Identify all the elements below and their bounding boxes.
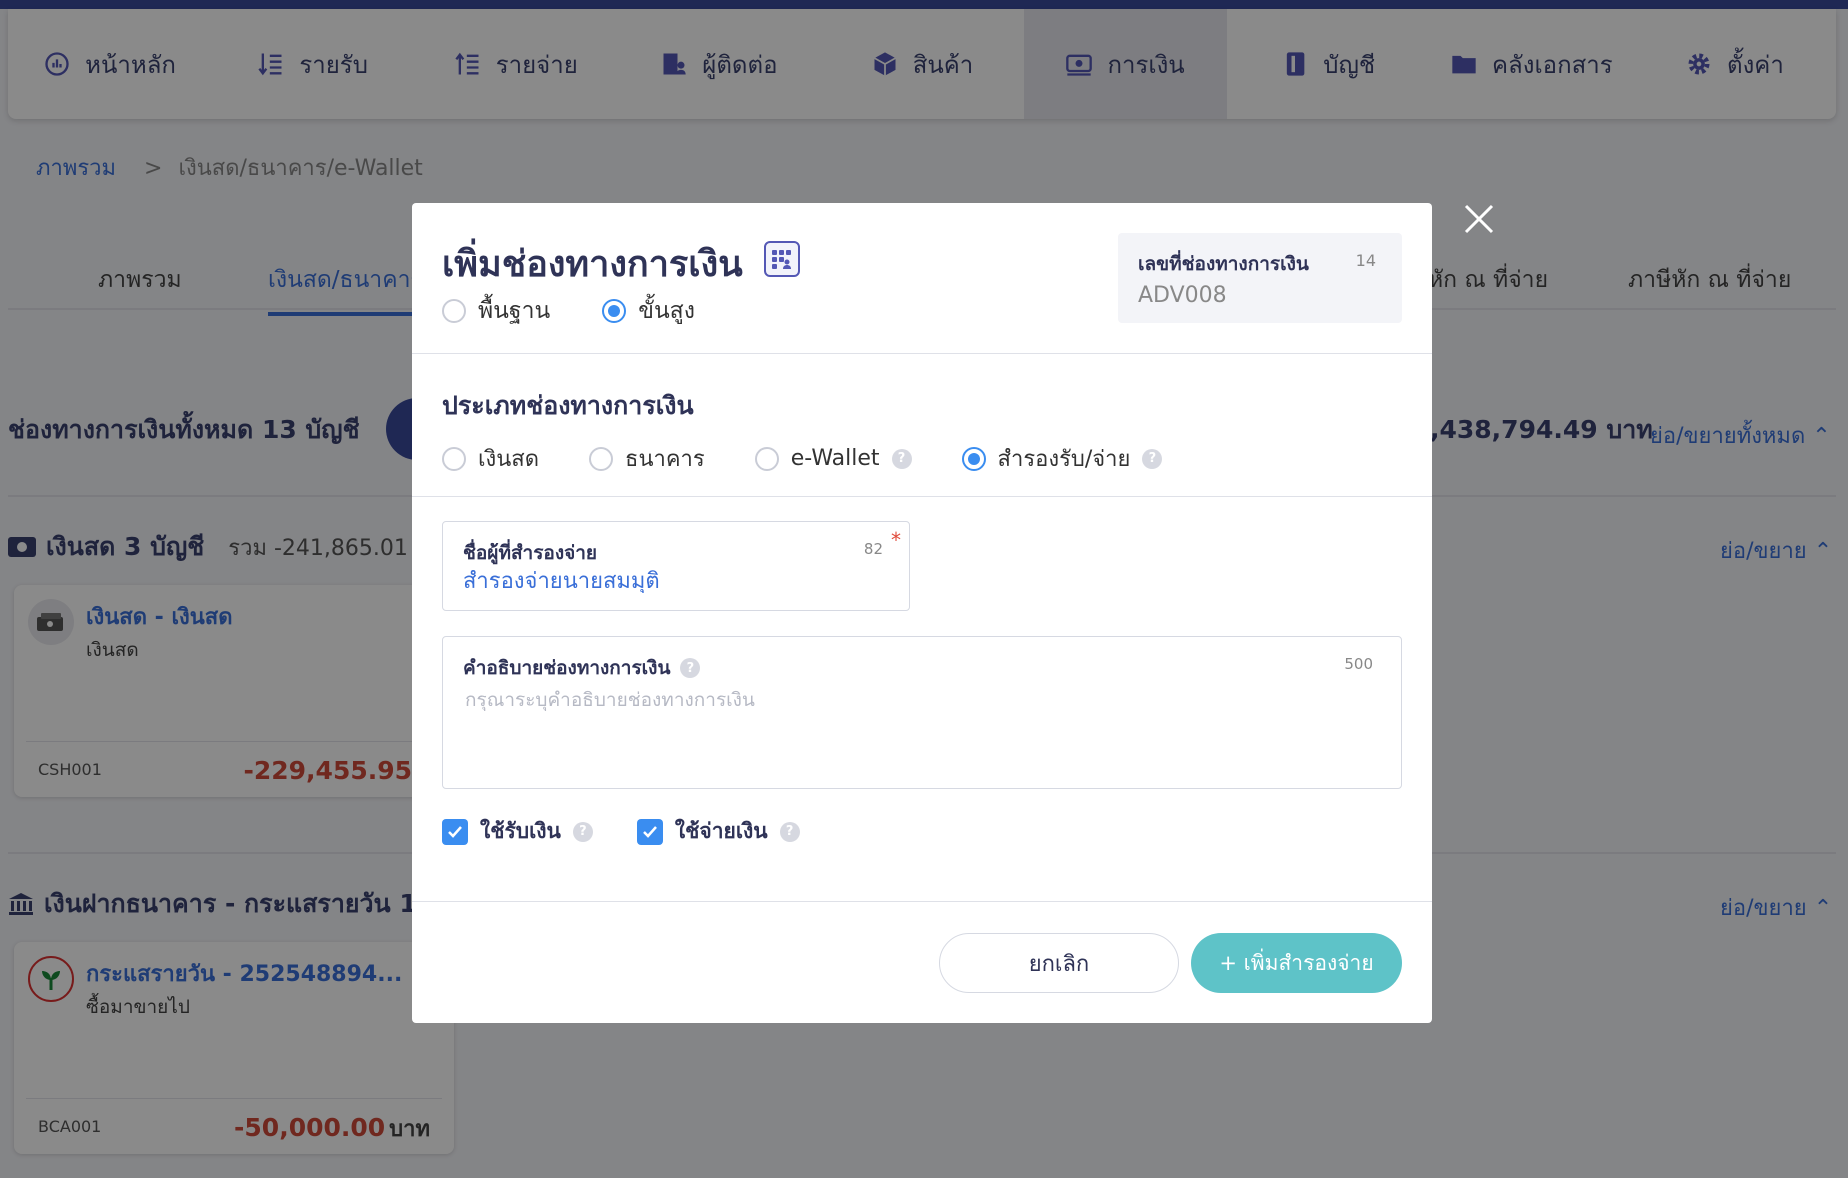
- channel-code-box[interactable]: เลขที่ช่องทางการเงิน 14 ADV008: [1118, 233, 1402, 323]
- char-count: 82: [863, 540, 883, 558]
- type-ewallet-radio[interactable]: e-Wallet?: [754, 441, 912, 476]
- payer-name-input[interactable]: [463, 568, 883, 593]
- radio-dot[interactable]: [442, 446, 466, 471]
- cancel-button[interactable]: ยกเลิก: [939, 933, 1179, 993]
- use-receive-checkbox[interactable]: ใช้รับเงิน ?: [442, 815, 593, 848]
- field-label: ชื่อผู้ที่สำรองจ่าย: [463, 542, 598, 564]
- radio-dot[interactable]: [442, 299, 466, 323]
- checkbox-checked-icon[interactable]: [636, 818, 663, 845]
- radio-label: ขั้นสูง: [638, 298, 695, 324]
- checkbox-label: ใช้รับเงิน: [480, 819, 561, 843]
- help-icon[interactable]: ?: [891, 448, 912, 469]
- divider: [412, 353, 1432, 354]
- radio-dot[interactable]: [589, 446, 614, 471]
- checkbox-checked-icon[interactable]: [442, 818, 468, 845]
- mode-radio-group: พื้นฐาน ขั้นสูง: [442, 293, 695, 329]
- radio-dot[interactable]: [961, 446, 986, 471]
- char-count: 500: [1344, 655, 1373, 673]
- radio-label: ธนาคาร: [625, 447, 705, 472]
- add-advance-button[interactable]: + เพิ่มสำรองจ่าย: [1191, 933, 1402, 993]
- modal-title: เพิ่มช่องทางการเงิน: [442, 244, 743, 285]
- divider: [412, 496, 1432, 497]
- checkbox-label: ใช้จ่ายเงิน: [674, 819, 768, 843]
- radio-label: พื้นฐาน: [478, 298, 551, 324]
- channel-type-title: ประเภทช่องทางการเงิน: [442, 391, 694, 420]
- use-pay-checkbox[interactable]: ใช้จ่ายเงิน ?: [636, 815, 800, 848]
- radio-label: e-Wallet: [790, 446, 880, 471]
- close-icon[interactable]: [1462, 202, 1496, 236]
- radio-label: สำรองรับ/จ่าย: [997, 447, 1131, 472]
- radio-dot[interactable]: [602, 299, 627, 323]
- type-bank-radio[interactable]: ธนาคาร: [589, 441, 705, 476]
- required-mark: *: [891, 528, 901, 552]
- type-cash-radio[interactable]: เงินสด: [442, 441, 539, 476]
- channel-code-value[interactable]: ADV008: [1138, 283, 1227, 308]
- description-field[interactable]: คำอธิบายช่องทางการเงิน? 500: [442, 636, 1402, 789]
- help-icon[interactable]: ?: [1142, 448, 1163, 469]
- add-finance-channel-modal: เพิ่มช่องทางการเงิน พื้นฐาน ขั้นสูง เลขท…: [412, 203, 1432, 1023]
- mode-basic-radio[interactable]: พื้นฐาน: [442, 293, 550, 329]
- divider: [412, 901, 1432, 902]
- channel-grid-icon[interactable]: [764, 241, 800, 277]
- radio-dot[interactable]: [754, 446, 779, 471]
- channel-code-label: เลขที่ช่องทางการเงิน: [1138, 253, 1309, 275]
- help-icon[interactable]: ?: [572, 821, 593, 842]
- help-icon[interactable]: ?: [779, 821, 800, 842]
- payer-name-field[interactable]: ชื่อผู้ที่สำรองจ่าย 82 *: [442, 521, 910, 611]
- type-advance-radio[interactable]: สำรองรับ/จ่าย?: [961, 441, 1163, 476]
- field-label: คำอธิบายช่องทางการเงิน?: [463, 653, 701, 683]
- usage-checkbox-group: ใช้รับเงิน ? ใช้จ่ายเงิน ?: [442, 815, 800, 848]
- channel-type-radio-group: เงินสด ธนาคาร e-Wallet? สำรองรับ/จ่าย?: [442, 441, 1163, 476]
- channel-code-count: 14: [1355, 251, 1376, 270]
- radio-label: เงินสด: [478, 447, 540, 472]
- description-textarea[interactable]: [465, 685, 1365, 765]
- help-icon[interactable]: ?: [680, 658, 701, 678]
- mode-advanced-radio[interactable]: ขั้นสูง: [602, 293, 695, 329]
